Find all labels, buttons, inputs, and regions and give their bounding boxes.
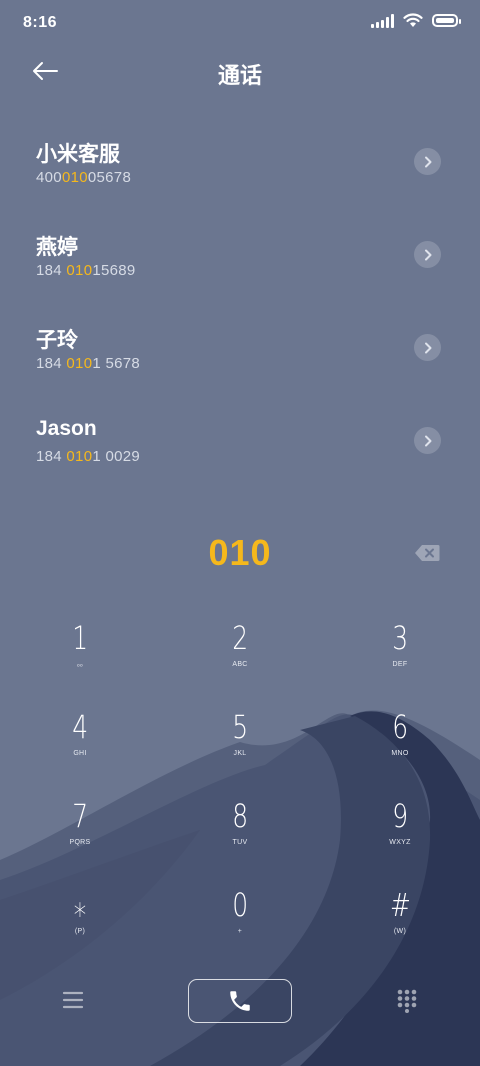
key-digit: 1 bbox=[72, 619, 88, 657]
number-prefix: 400 bbox=[36, 169, 62, 186]
key-8[interactable]: 8 TUV bbox=[160, 796, 320, 885]
key-letters: (W) bbox=[393, 928, 407, 935]
voicemail-icon: ₒₒ bbox=[77, 661, 83, 668]
contact-detail-button[interactable] bbox=[414, 241, 441, 268]
contact-name: 燕婷 bbox=[36, 236, 78, 259]
keypad-row: 1 ₒₒ 2 ABC 3 DEF bbox=[0, 618, 480, 707]
backspace-button[interactable] bbox=[414, 544, 440, 562]
key-star[interactable]: ⁎ (P) bbox=[0, 885, 160, 974]
menu-icon bbox=[62, 991, 84, 1009]
dial-readout: 010 bbox=[0, 528, 480, 580]
number-suffix: 05678 bbox=[87, 169, 132, 186]
wifi-icon bbox=[403, 13, 423, 27]
key-5[interactable]: 5 JKL bbox=[160, 707, 320, 796]
number-suffix: 1 5678 bbox=[92, 355, 141, 372]
key-digit: 0 bbox=[232, 886, 248, 924]
bottom-bar bbox=[0, 978, 480, 1026]
contact-number: 184 0101 0029 bbox=[36, 448, 140, 465]
key-letters: TUV bbox=[232, 839, 248, 846]
key-4[interactable]: 4 GHI bbox=[0, 707, 160, 796]
key-letters: GHI bbox=[73, 750, 87, 757]
key-9[interactable]: 9 WXYZ bbox=[320, 796, 480, 885]
status-bar: 8:16 bbox=[0, 0, 480, 46]
key-digit: 8 bbox=[232, 797, 248, 835]
key-letters: WXYZ bbox=[389, 839, 411, 846]
contact-number: 40001005678 bbox=[36, 169, 131, 186]
number-match: 010 bbox=[61, 169, 88, 186]
contact-detail-button[interactable] bbox=[414, 427, 441, 454]
chevron-right-icon bbox=[424, 156, 431, 167]
keypad-row: ⁎ (P) 0 + # (W) bbox=[0, 885, 480, 974]
contact-detail-button[interactable] bbox=[414, 148, 441, 175]
contact-item[interactable]: Jason 184 0101 0029 bbox=[0, 393, 480, 486]
key-7[interactable]: 7 PQRS bbox=[0, 796, 160, 885]
status-icons bbox=[371, 13, 461, 28]
contact-item[interactable]: 子玲 184 0101 5678 bbox=[0, 300, 480, 393]
contact-detail-button[interactable] bbox=[414, 334, 441, 361]
contact-name: 小米客服 bbox=[36, 143, 120, 166]
battery-icon bbox=[432, 14, 461, 27]
key-letters: JKL bbox=[233, 750, 247, 757]
keypad: 1 ₒₒ 2 ABC 3 DEF 4 GHI 5 JKL 6 MNO 7 PQRS 8 TUV … bbox=[0, 618, 480, 974]
chevron-right-icon bbox=[424, 342, 431, 353]
dialpad-icon bbox=[397, 989, 417, 1013]
battery-level-fill bbox=[436, 18, 454, 23]
phone-icon bbox=[230, 991, 250, 1011]
key-letters: MNO bbox=[391, 750, 409, 757]
key-letters: ABC bbox=[232, 661, 248, 668]
backspace-icon bbox=[415, 545, 440, 561]
number-prefix: 184 bbox=[36, 355, 67, 372]
call-button[interactable] bbox=[188, 979, 292, 1023]
signal-icon bbox=[371, 13, 394, 28]
keypad-row: 4 GHI 5 JKL 6 MNO bbox=[0, 707, 480, 796]
key-digit: 9 bbox=[392, 797, 408, 835]
key-6[interactable]: 6 MNO bbox=[320, 707, 480, 796]
chevron-right-icon bbox=[424, 435, 431, 446]
key-letters: (P) bbox=[74, 928, 86, 935]
status-time: 8:16 bbox=[23, 14, 58, 31]
key-digit: 2 bbox=[232, 619, 248, 657]
contact-list: 小米客服 40001005678 燕婷 184 01015689 子玲 184 … bbox=[0, 114, 480, 486]
menu-button[interactable] bbox=[62, 990, 84, 1010]
key-2[interactable]: 2 ABC bbox=[160, 618, 320, 707]
key-hash[interactable]: # (W) bbox=[320, 885, 480, 974]
number-match: 010 bbox=[66, 355, 93, 372]
contact-number: 184 01015689 bbox=[36, 262, 136, 279]
number-match: 010 bbox=[66, 448, 93, 465]
key-digit: 3 bbox=[392, 619, 408, 657]
number-prefix: 184 bbox=[36, 448, 67, 465]
contact-name: Jason bbox=[36, 417, 97, 440]
key-letters: DEF bbox=[392, 661, 408, 668]
page-title: 通话 bbox=[217, 63, 262, 88]
number-suffix: 15689 bbox=[92, 262, 136, 279]
key-letters: + bbox=[237, 928, 243, 935]
contact-item[interactable]: 小米客服 40001005678 bbox=[0, 114, 480, 207]
contact-item[interactable]: 燕婷 184 01015689 bbox=[0, 207, 480, 300]
number-suffix: 1 0029 bbox=[92, 448, 141, 465]
key-1[interactable]: 1 ₒₒ bbox=[0, 618, 160, 707]
contact-number: 184 0101 5678 bbox=[36, 355, 140, 372]
key-digit: 7 bbox=[72, 797, 88, 835]
key-3[interactable]: 3 DEF bbox=[320, 618, 480, 707]
dialpad-toggle-button[interactable] bbox=[396, 989, 418, 1013]
key-digit: 6 bbox=[392, 708, 408, 746]
key-digit: 5 bbox=[232, 708, 248, 746]
header: 通话 bbox=[0, 46, 480, 102]
key-digit: # bbox=[389, 886, 411, 924]
keypad-row: 7 PQRS 8 TUV 9 WXYZ bbox=[0, 796, 480, 885]
key-digit: 4 bbox=[72, 708, 88, 746]
key-digit: ⁎ bbox=[73, 886, 87, 924]
number-match: 010 bbox=[66, 262, 93, 279]
contact-name: 子玲 bbox=[36, 329, 78, 352]
key-letters: PQRS bbox=[69, 839, 91, 846]
key-0[interactable]: 0 + bbox=[160, 885, 320, 974]
chevron-right-icon bbox=[424, 249, 431, 260]
number-prefix: 184 bbox=[36, 262, 67, 279]
dialed-number: 010 bbox=[208, 532, 272, 573]
